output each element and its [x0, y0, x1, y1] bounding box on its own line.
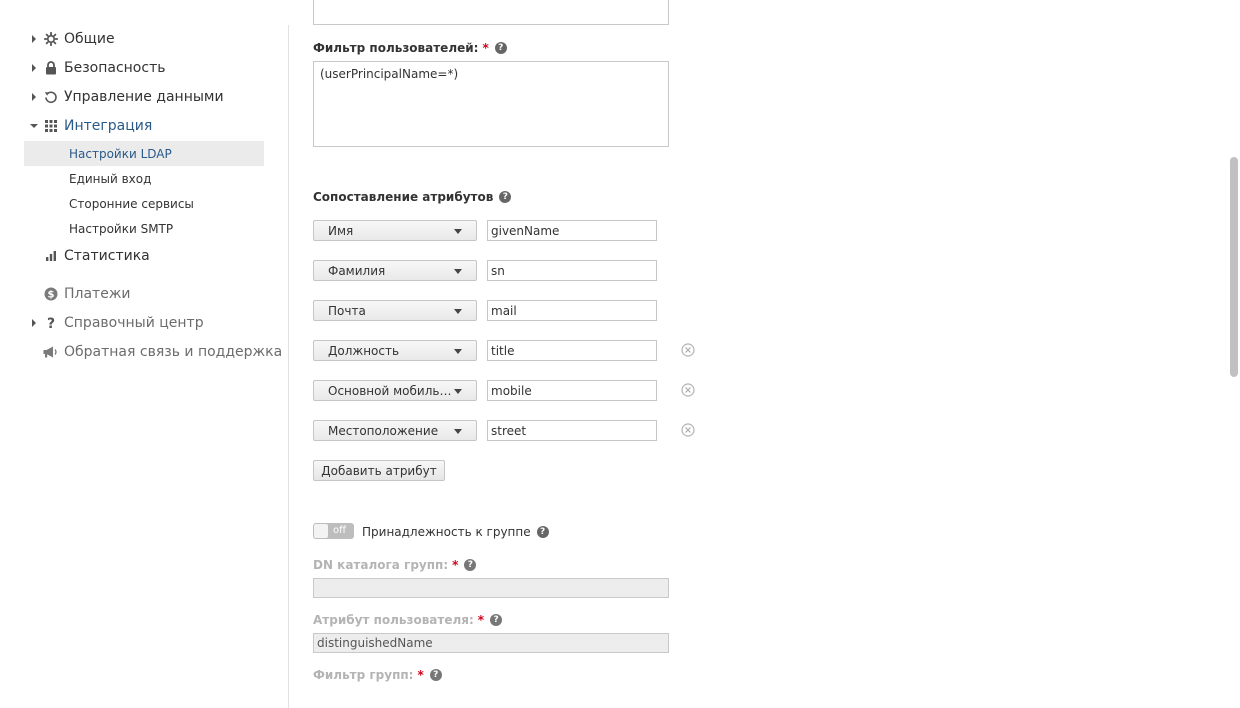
attribute-field-select-value: Должность — [328, 343, 400, 358]
dropdown-arrow-icon — [454, 229, 462, 234]
sidebar-item-label: Общие — [64, 31, 115, 47]
sidebar-subitem-label: Настройки SMTP — [69, 221, 174, 236]
attribute-field-select-value: Почта — [328, 303, 366, 318]
group-filter-label: Фильтр групп: * ? — [313, 668, 442, 682]
group-dn-input[interactable] — [313, 578, 669, 598]
attribute-value-input[interactable]: title — [487, 340, 657, 361]
dropdown-arrow-icon — [454, 389, 462, 394]
user-attribute-input[interactable]: distinguishedName — [313, 633, 669, 653]
dropdown-arrow-icon — [454, 429, 462, 434]
remove-circle-icon[interactable] — [681, 383, 695, 397]
attribute-field-select[interactable]: Местоположение — [313, 420, 477, 441]
attribute-field-select-value: Фамилия — [328, 263, 386, 278]
sidebar-item-label: Обратная связь и поддержка — [64, 344, 283, 360]
user-filter-textarea[interactable]: (userPrincipalName=*) — [313, 61, 669, 147]
user-attribute-label: Атрибут пользователя: * ? — [313, 613, 503, 627]
sidebar-item-data-management[interactable]: Управление данными — [28, 86, 224, 108]
refresh-icon — [42, 89, 60, 105]
attribute-field-select-value: Имя — [328, 223, 354, 238]
caret-right-icon — [28, 62, 40, 74]
group-dn-label-text: DN каталога групп: — [313, 558, 449, 572]
help-icon[interactable]: ? — [499, 191, 512, 203]
attribute-field-select[interactable]: Имя — [313, 220, 477, 241]
user-attribute-label-text: Атрибут пользователя: — [313, 613, 474, 627]
sidebar-subitem-third-party-services[interactable]: Сторонние сервисы — [24, 191, 264, 216]
attribute-value-input[interactable]: street — [487, 420, 657, 441]
attribute-field-select[interactable]: Должность — [313, 340, 477, 361]
sidebar-item-statistics[interactable]: Статистика — [28, 245, 150, 267]
sidebar-item-label: Справочный центр — [64, 315, 204, 331]
sidebar-subitem-label: Сторонние сервисы — [69, 196, 194, 211]
toggle-knob — [314, 524, 328, 538]
sidebar-item-label: Статистика — [64, 248, 150, 264]
dropdown-arrow-icon — [454, 349, 462, 354]
help-icon[interactable]: ? — [464, 559, 477, 571]
scrollbar-thumb[interactable] — [1230, 157, 1238, 377]
sidebar-item-label: Платежи — [64, 286, 131, 302]
attribute-mapping-title-text: Сопоставление атрибутов — [313, 190, 494, 204]
sidebar-item-label: Управление данными — [64, 89, 224, 105]
attribute-mapping-title: Сопоставление атрибутов ? — [313, 190, 512, 204]
grid-icon — [42, 118, 60, 134]
attribute-value-input[interactable]: givenName — [487, 220, 657, 241]
sidebar-subitem-sso[interactable]: Единый вход — [24, 166, 264, 191]
required-marker: * — [482, 41, 489, 55]
dropdown-arrow-icon — [454, 309, 462, 314]
dropdown-arrow-icon — [454, 269, 462, 274]
dollar-icon: $ — [42, 286, 60, 302]
sidebar-subitem-smtp-settings[interactable]: Настройки SMTP — [24, 216, 264, 241]
user-filter-label-text: Фильтр пользователей: — [313, 41, 479, 55]
remove-circle-icon[interactable] — [681, 423, 695, 437]
gear-icon — [42, 31, 60, 47]
group-filter-label-text: Фильтр групп: — [313, 668, 414, 682]
svg-text:$: $ — [48, 290, 55, 301]
sidebar-item-label: Интеграция — [64, 118, 153, 134]
attribute-value-input[interactable]: mobile — [487, 380, 657, 401]
remove-circle-icon[interactable] — [681, 343, 695, 357]
help-icon[interactable]: ? — [536, 526, 549, 538]
required-marker: * — [452, 558, 459, 572]
toggle-state-text: off — [333, 525, 347, 536]
attribute-value-input[interactable]: sn — [487, 260, 657, 281]
group-dn-label: DN каталога групп: * ? — [313, 558, 477, 572]
attribute-value-input[interactable]: mail — [487, 300, 657, 321]
lock-icon — [42, 60, 60, 76]
group-membership-toggle[interactable]: off — [313, 523, 354, 539]
attribute-field-select-value: Основной мобильный телефон — [328, 383, 454, 398]
attribute-field-select[interactable]: Почта — [313, 300, 477, 321]
sidebar-item-feedback-support[interactable]: Обратная связь и поддержка — [28, 341, 282, 363]
help-icon[interactable]: ? — [494, 42, 507, 54]
question-icon: ? — [42, 315, 60, 331]
sidebar: Общие Безопасность Управление данными Ин… — [0, 0, 289, 708]
caret-right-icon — [28, 33, 40, 45]
sidebar-item-general[interactable]: Общие — [28, 28, 115, 50]
help-icon[interactable]: ? — [490, 614, 503, 626]
required-marker: * — [477, 613, 485, 627]
sidebar-item-security[interactable]: Безопасность — [28, 57, 165, 79]
attribute-field-select[interactable]: Фамилия — [313, 260, 477, 281]
caret-right-icon — [28, 317, 40, 329]
user-filter-label: Фильтр пользователей: * ? — [313, 41, 507, 55]
attribute-field-select-value: Местоположение — [328, 423, 439, 438]
sidebar-subitem-label: Настройки LDAP — [69, 146, 172, 161]
svg-text:?: ? — [47, 316, 55, 330]
help-icon[interactable]: ? — [429, 669, 442, 681]
sidebar-item-help-center[interactable]: ? Справочный центр — [28, 312, 204, 334]
megaphone-icon — [42, 344, 60, 360]
sidebar-subitem-label: Единый вход — [69, 171, 152, 186]
caret-right-icon — [28, 91, 40, 103]
sidebar-item-label: Безопасность — [64, 60, 166, 76]
sidebar-divider — [288, 25, 289, 708]
sidebar-item-integration[interactable]: Интеграция — [28, 115, 152, 137]
attribute-field-select[interactable]: Основной мобильный телефон — [313, 380, 477, 401]
caret-down-icon — [28, 120, 40, 132]
add-attribute-button[interactable]: Добавить атрибут — [313, 460, 445, 481]
sidebar-subitem-ldap-settings[interactable]: Настройки LDAP — [24, 141, 264, 166]
previous-field-input[interactable] — [313, 0, 669, 25]
group-membership-label-text: Принадлежность к группе — [362, 525, 531, 539]
group-membership-label: Принадлежность к группе ? — [362, 523, 549, 541]
required-marker: * — [417, 668, 424, 682]
sidebar-item-payments[interactable]: $ Платежи — [28, 283, 131, 305]
bar-chart-icon — [42, 248, 60, 264]
